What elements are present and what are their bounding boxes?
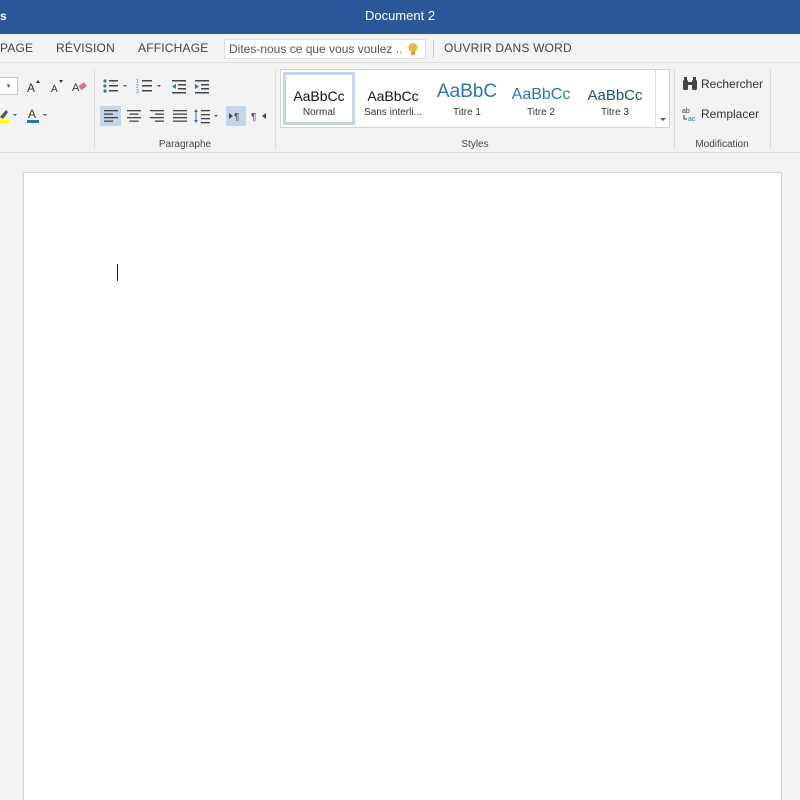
rtl-button[interactable]: ¶ [249,106,269,126]
ltr-icon: ¶ [229,112,239,122]
decrease-indent-button[interactable] [170,77,188,95]
align-right-icon [149,110,164,122]
style-sample: AaBbCc [587,87,643,104]
svg-text:ac: ac [688,116,696,122]
lightbulb-icon [408,43,418,55]
group-label-paragraph: Paragraphe [158,139,212,150]
style-heading-1[interactable]: AaBbC Titre 1 [431,72,503,125]
justify-button[interactable] [169,106,190,126]
replace-label: Remplacer [701,107,760,121]
group-divider [275,69,276,149]
chevron-down-icon [660,118,666,121]
bullets-icon [103,79,127,93]
find-label: Rechercher [701,77,764,91]
align-center-icon [126,110,141,122]
style-name: Titre 3 [601,107,629,118]
document-page[interactable] [23,172,782,800]
replace-button[interactable]: ab ac Remplacer [682,106,759,122]
document-title[interactable]: Document 2 [0,8,800,23]
svg-text:3: 3 [136,89,139,94]
group-divider [94,69,95,149]
align-right-button[interactable] [146,106,167,126]
word-online-app: s Document 2 PAGE RÉVISION AFFICHAGE OUV… [0,0,800,800]
tell-me-input[interactable] [229,41,401,57]
svg-text:A: A [28,107,36,121]
align-left-icon [103,110,118,122]
svg-text:A: A [27,81,35,94]
highlight-button[interactable] [0,106,20,124]
text-cursor [117,264,118,281]
bullets-button[interactable] [102,77,130,95]
ribbon: ▾ A A A A 1 2 3 ¶ ¶ Paragraphe AaBbCc No… [0,63,800,153]
tell-me-box[interactable] [224,39,426,59]
style-sample: AaBbCc [293,88,345,104]
justify-icon [172,110,187,122]
styles-gallery: AaBbCc Normal AaBbCc Sans interli... AaB… [280,69,670,128]
style-name: Titre 1 [453,107,481,118]
shrink-font-icon: A [51,80,63,94]
replace-icon: ab ac [682,108,696,122]
rtl-icon: ¶ [251,112,266,122]
style-heading-3[interactable]: AaBbCc Titre 3 [579,72,651,125]
increase-indent-icon [195,80,209,94]
grow-font-icon: A [27,80,40,94]
tab-review[interactable]: RÉVISION [56,41,115,55]
group-label-editing: Modification [695,139,749,150]
font-color-icon: A [27,107,47,123]
align-left-button[interactable] [100,106,121,126]
group-divider [770,69,771,149]
binoculars-icon [683,77,697,90]
tab-view[interactable]: AFFICHAGE [138,41,208,55]
svg-text:¶: ¶ [251,112,256,122]
line-spacing-icon [194,109,218,124]
style-sample: AaBbCc [367,88,419,104]
line-spacing-button[interactable] [193,106,221,126]
chevron-down-icon: ▾ [6,83,11,90]
highlight-icon [0,110,17,123]
style-no-spacing[interactable]: AaBbCc Sans interli... [357,72,429,125]
svg-text:ab: ab [682,108,690,115]
style-name: Normal [302,107,336,118]
font-color-button[interactable]: A [26,106,52,124]
font-size-dropdown[interactable]: ▾ [0,77,18,95]
decrease-indent-icon [172,80,186,94]
svg-text:¶: ¶ [234,112,239,122]
ltr-button[interactable]: ¶ [226,106,246,126]
align-center-button[interactable] [123,106,144,126]
shrink-font-button[interactable]: A [47,77,65,95]
style-normal[interactable]: AaBbCc Normal [283,72,355,125]
clear-formatting-icon: A [72,82,87,94]
tab-page-layout[interactable]: PAGE [0,41,33,55]
group-divider [674,69,675,149]
style-heading-2[interactable]: AaBbCc Titre 2 [505,72,577,125]
svg-text:A: A [72,82,80,94]
clear-formatting-button[interactable]: A [70,77,88,95]
numbering-icon: 1 2 3 [136,79,161,94]
svg-text:A: A [51,84,58,94]
document-canvas[interactable] [0,154,800,800]
group-label-styles: Styles [461,139,489,150]
tab-divider [433,40,434,58]
increase-indent-button[interactable] [193,77,211,95]
title-bar: s Document 2 [0,0,800,34]
open-in-word-button[interactable]: OUVRIR DANS WORD [444,41,572,55]
grow-font-button[interactable]: A [24,77,42,95]
numbering-button[interactable]: 1 2 3 [136,77,164,95]
styles-more-button[interactable] [655,70,669,127]
style-sample: AaBbCc [511,86,571,103]
style-name: Sans interli... [364,107,422,118]
style-name: Titre 2 [527,107,555,118]
find-button[interactable]: Rechercher [682,77,763,91]
style-sample: AaBbC [436,81,498,102]
